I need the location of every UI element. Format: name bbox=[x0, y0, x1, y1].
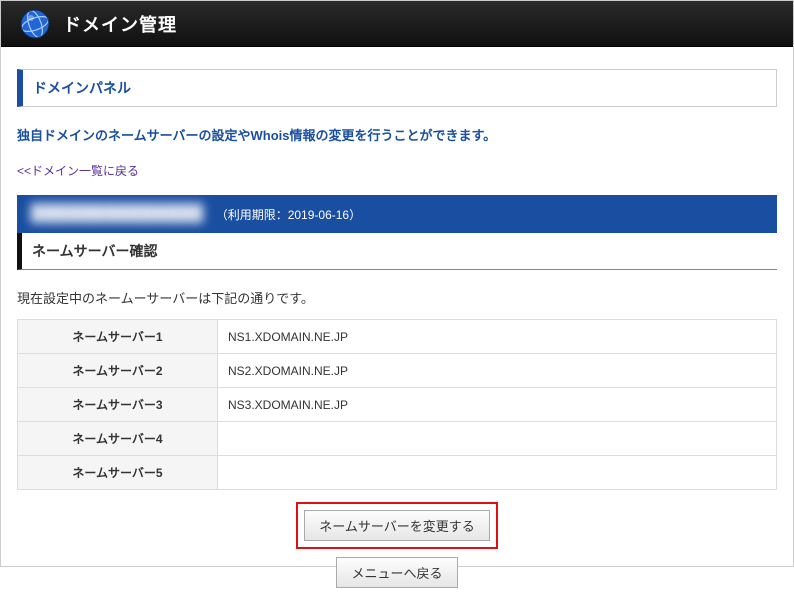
panel-title: ドメインパネル bbox=[17, 69, 777, 107]
nameserver-table: ネームサーバー1 NS1.XDOMAIN.NE.JP ネームサーバー2 NS2.… bbox=[17, 319, 777, 490]
panel-description: 独自ドメインのネームサーバーの設定やWhois情報の変更を行うことができます。 bbox=[17, 125, 777, 144]
domain-name-hidden: ██████████████ bbox=[31, 205, 204, 223]
ns-label: ネームサーバー2 bbox=[18, 354, 218, 388]
table-row: ネームサーバー3 NS3.XDOMAIN.NE.JP bbox=[18, 388, 777, 422]
ns-label: ネームサーバー1 bbox=[18, 320, 218, 354]
ns-value: NS3.XDOMAIN.NE.JP bbox=[218, 388, 777, 422]
ns-label: ネームサーバー4 bbox=[18, 422, 218, 456]
section-note: 現在設定中のネームーサーバーは下記の通りです。 bbox=[17, 288, 777, 307]
highlight-box: ネームサーバーを変更する bbox=[296, 502, 497, 549]
top-header: ドメイン管理 bbox=[1, 1, 793, 47]
ns-label: ネームサーバー5 bbox=[18, 456, 218, 490]
domain-banner: ██████████████ （利用期限：2019-06-16） bbox=[17, 195, 777, 233]
section-title: ネームサーバー確認 bbox=[17, 233, 777, 270]
globe-icon bbox=[19, 8, 51, 40]
back-to-menu-button[interactable]: メニューへ戻る bbox=[336, 557, 457, 588]
ns-label: ネームサーバー3 bbox=[18, 388, 218, 422]
page-title: ドメイン管理 bbox=[63, 11, 177, 37]
change-nameserver-button[interactable]: ネームサーバーを変更する bbox=[304, 510, 489, 541]
ns-value bbox=[218, 422, 777, 456]
domain-expiry: （利用期限：2019-06-16） bbox=[216, 206, 361, 223]
table-row: ネームサーバー2 NS2.XDOMAIN.NE.JP bbox=[18, 354, 777, 388]
table-row: ネームサーバー4 bbox=[18, 422, 777, 456]
content: ドメインパネル 独自ドメインのネームサーバーの設定やWhois情報の変更を行うこ… bbox=[1, 47, 793, 612]
table-row: ネームサーバー1 NS1.XDOMAIN.NE.JP bbox=[18, 320, 777, 354]
table-row: ネームサーバー5 bbox=[18, 456, 777, 490]
ns-value: NS1.XDOMAIN.NE.JP bbox=[218, 320, 777, 354]
back-to-domain-list-link[interactable]: <<ドメイン一覧に戻る bbox=[17, 162, 139, 179]
ns-value bbox=[218, 456, 777, 490]
ns-value: NS2.XDOMAIN.NE.JP bbox=[218, 354, 777, 388]
